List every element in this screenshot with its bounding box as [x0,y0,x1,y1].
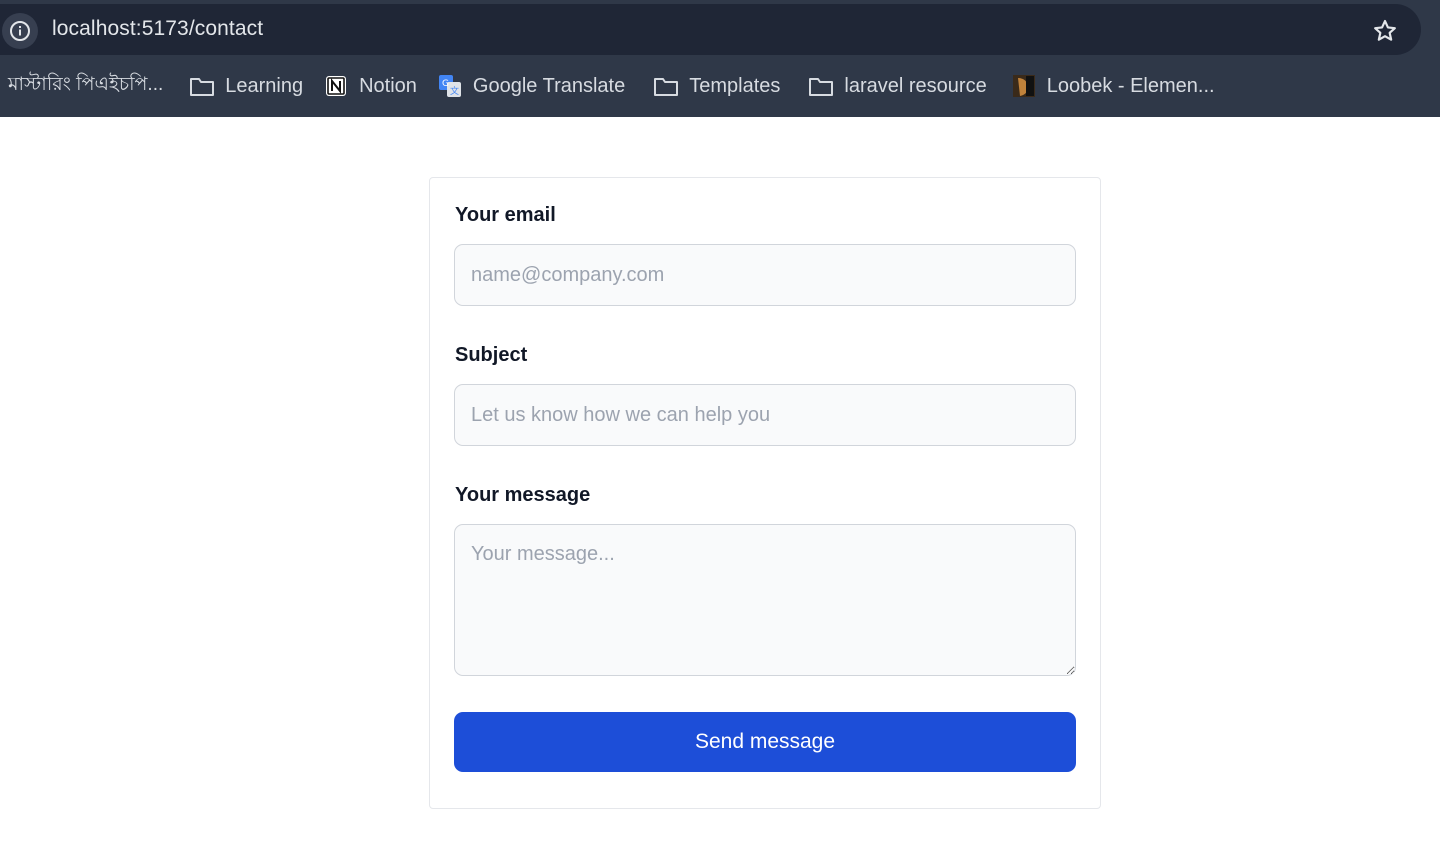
bookmark-google-translate[interactable]: G文 Google Translate [427,66,635,106]
email-label: Your email [455,204,556,226]
folder-icon [653,73,679,99]
send-message-button[interactable]: Send message [454,712,1076,772]
google-translate-icon: G文 [437,73,463,99]
site-info-icon[interactable] [2,13,38,49]
email-field[interactable] [454,244,1076,306]
message-field[interactable] [454,524,1076,676]
folder-icon [808,73,834,99]
bookmark-learning[interactable]: Learning [179,66,313,106]
contact-form: Your email Subject Your message Send mes… [429,177,1101,809]
bookmark-laravel-resource[interactable]: laravel resource [798,66,996,106]
bookmark-label: Loobek - Elemen... [1046,74,1215,97]
site-favicon-icon [1011,73,1037,99]
bookmark-label: Templates [689,74,781,97]
bookmark-star-icon[interactable] [1370,16,1400,46]
folder-icon [189,73,215,99]
address-bar[interactable]: localhost:5173/contact [0,4,1421,55]
svg-text:文: 文 [450,85,459,97]
subject-field[interactable] [454,384,1076,446]
url-text[interactable]: localhost:5173/contact [52,17,263,41]
bookmark-label: Google Translate [472,74,626,97]
bookmark-label: laravel resource [844,74,987,97]
subject-label: Subject [455,344,528,366]
bookmark-templates[interactable]: Templates [643,66,790,106]
bookmark-notion[interactable]: Notion [313,66,427,106]
bookmarks-bar: মাস্টারিং পিএইচপি... Learning Notion G文 … [0,60,1440,112]
svg-text:G: G [442,79,449,89]
notion-icon [323,73,349,99]
bookmark-label: মাস্টারিং পিএইচপি... [8,74,164,95]
browser-chrome: localhost:5173/contact মাস্টারিং পিএইচপি… [0,0,1440,117]
bookmark-label: Notion [359,74,417,97]
message-label: Your message [455,484,591,506]
bookmark-loobek[interactable]: Loobek - Elemen... [1001,66,1225,106]
bookmark-bengali[interactable]: মাস্টারিং পিএইচপি... [0,66,173,106]
bookmark-label: Learning [225,74,304,97]
